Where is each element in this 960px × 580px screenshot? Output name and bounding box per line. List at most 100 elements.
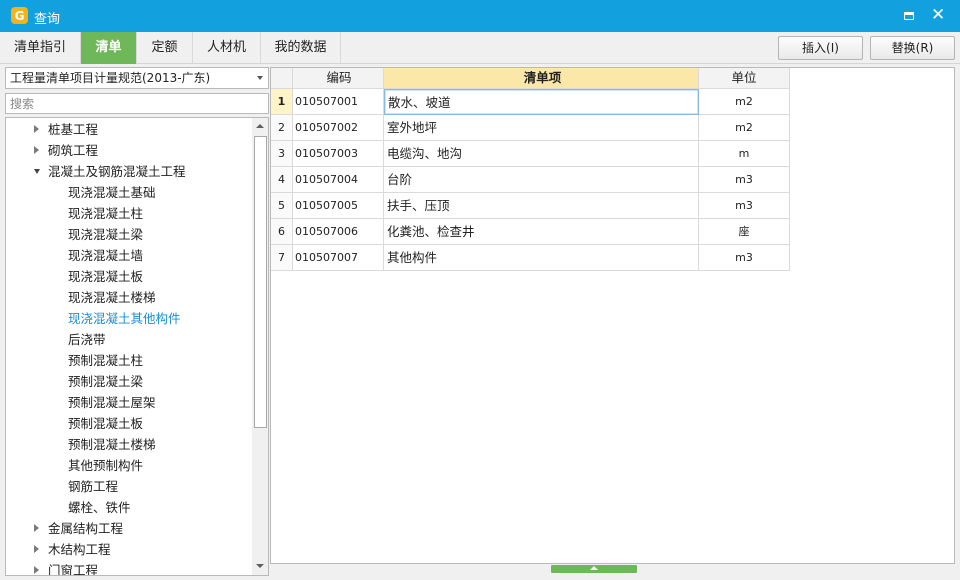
tree-item-label: 螺栓、铁件 — [68, 500, 131, 515]
tree-item[interactable]: 后浇带 — [68, 329, 106, 350]
tree-item[interactable]: 砌筑工程 — [34, 140, 99, 161]
name-cell[interactable]: 扶手、压顶 — [384, 193, 699, 219]
category-tree: 桩基工程 砌筑工程 混凝土及钢筋混凝土工程 现浇混凝土基础 现浇混凝土柱 现浇混凝土梁 现浇… — [5, 117, 269, 576]
name-cell[interactable]: 室外地坪 — [384, 115, 699, 141]
tree-item-label: 现浇混凝土基础 — [68, 185, 156, 200]
scroll-thumb[interactable] — [254, 136, 267, 428]
collapse-arrow-icon[interactable] — [34, 169, 40, 174]
column-header-name[interactable]: 清单项 — [384, 68, 699, 89]
tree-item[interactable]: 预制混凝土梁 — [68, 371, 143, 392]
tab-bill[interactable]: 清单 — [81, 32, 137, 64]
tree-item[interactable]: 金属结构工程 — [34, 518, 123, 539]
maximize-icon — [904, 12, 914, 20]
tree-item[interactable]: 现浇混凝土其他构件 — [68, 308, 181, 329]
expand-arrow-icon[interactable] — [34, 125, 39, 133]
code-cell[interactable]: 010507003 — [293, 141, 384, 167]
tab-labor-material-machine[interactable]: 人材机 — [193, 32, 261, 64]
close-button[interactable]: ✕ — [928, 5, 946, 25]
tree-item[interactable]: 预制混凝土柱 — [68, 350, 143, 371]
tree-item-label: 预制混凝土梁 — [68, 374, 144, 389]
tree-item-label: 现浇混凝土楼梯 — [68, 290, 156, 305]
tree-item-label: 混凝土及钢筋混凝土工程 — [48, 164, 186, 179]
expand-arrow-icon[interactable] — [34, 146, 39, 154]
tree-item-label: 桩基工程 — [48, 122, 99, 137]
row-number[interactable]: 6 — [271, 219, 293, 245]
expand-arrow-icon[interactable] — [34, 566, 39, 574]
tree-item-label: 钢筋工程 — [68, 479, 119, 494]
scroll-down-icon[interactable] — [252, 558, 268, 575]
tree-item[interactable]: 其他预制构件 — [68, 455, 143, 476]
corner-cell[interactable] — [271, 68, 293, 89]
row-number[interactable]: 3 — [271, 141, 293, 167]
row-number[interactable]: 7 — [271, 245, 293, 271]
specification-selected-value: 工程量清单项目计量规范(2013-广东) — [10, 71, 211, 85]
tree-item-label: 砌筑工程 — [48, 143, 99, 158]
tree-item-label: 木结构工程 — [48, 542, 111, 557]
tree-item[interactable]: 混凝土及钢筋混凝土工程 — [34, 161, 186, 182]
tree-item[interactable]: 现浇混凝土柱 — [68, 203, 143, 224]
tree-item[interactable]: 现浇混凝土基础 — [68, 182, 156, 203]
tree-item[interactable]: 门窗工程 — [34, 560, 99, 576]
insert-button[interactable]: 插入(I) — [778, 36, 863, 60]
tab-my-data[interactable]: 我的数据 — [261, 32, 341, 64]
title-bar: G 查询 ✕ — [0, 0, 960, 32]
unit-cell[interactable]: m3 — [699, 167, 790, 193]
tree-item-label: 门窗工程 — [48, 563, 99, 576]
tree-item[interactable]: 桩基工程 — [34, 119, 99, 140]
name-cell[interactable]: 电缆沟、地沟 — [384, 141, 699, 167]
tree-item[interactable]: 螺栓、铁件 — [68, 497, 131, 518]
name-cell[interactable]: 其他构件 — [384, 245, 699, 271]
tree-item-label: 现浇混凝土柱 — [68, 206, 144, 221]
code-cell[interactable]: 010507006 — [293, 219, 384, 245]
maximize-button[interactable] — [900, 7, 918, 25]
row-number[interactable]: 1 — [271, 89, 293, 115]
unit-cell[interactable]: 座 — [699, 219, 790, 245]
unit-cell[interactable]: m3 — [699, 193, 790, 219]
column-header-code[interactable]: 编码 — [293, 68, 384, 89]
tree-item-label: 现浇混凝土梁 — [68, 227, 144, 242]
row-number[interactable]: 5 — [271, 193, 293, 219]
tab-bill-guide[interactable]: 清单指引 — [0, 32, 81, 64]
row-number[interactable]: 4 — [271, 167, 293, 193]
tree-item-label: 预制混凝土板 — [68, 416, 144, 431]
tree-item-label: 预制混凝土柱 — [68, 353, 144, 368]
expand-arrow-icon[interactable] — [34, 524, 39, 532]
tree-item-label: 后浇带 — [68, 332, 106, 347]
tab-quota[interactable]: 定额 — [137, 32, 193, 64]
app-logo-icon: G — [11, 7, 28, 24]
tree-item-label: 现浇混凝土墙 — [68, 248, 144, 263]
expand-arrow-icon[interactable] — [34, 545, 39, 553]
column-header-unit[interactable]: 单位 — [699, 68, 790, 89]
name-cell[interactable]: 化粪池、检查井 — [384, 219, 699, 245]
tree-item[interactable]: 预制混凝土楼梯 — [68, 434, 156, 455]
search-input[interactable] — [5, 93, 269, 114]
panel-splitter-handle[interactable] — [551, 565, 637, 573]
unit-cell[interactable]: m3 — [699, 245, 790, 271]
unit-cell[interactable]: m2 — [699, 89, 790, 115]
code-cell[interactable]: 010507007 — [293, 245, 384, 271]
tree-item[interactable]: 现浇混凝土梁 — [68, 224, 143, 245]
code-cell[interactable]: 010507002 — [293, 115, 384, 141]
tree-item[interactable]: 现浇混凝土墙 — [68, 245, 143, 266]
tree-item[interactable]: 现浇混凝土板 — [68, 266, 143, 287]
tree-scrollbar[interactable] — [252, 118, 268, 575]
tree-item[interactable]: 钢筋工程 — [68, 476, 118, 497]
unit-cell[interactable]: m — [699, 141, 790, 167]
tree-item[interactable]: 预制混凝土屋架 — [68, 392, 156, 413]
specification-dropdown[interactable]: 工程量清单项目计量规范(2013-广东) — [5, 67, 269, 89]
name-cell[interactable]: 散水、坡道 — [384, 89, 699, 115]
tree-item-label: 预制混凝土屋架 — [68, 395, 156, 410]
scroll-up-icon[interactable] — [252, 118, 268, 135]
code-cell[interactable]: 010507004 — [293, 167, 384, 193]
code-cell[interactable]: 010507001 — [293, 89, 384, 115]
chevron-down-icon — [257, 76, 263, 80]
replace-button[interactable]: 替换(R) — [870, 36, 955, 60]
window-title: 查询 — [34, 12, 61, 27]
name-cell[interactable]: 台阶 — [384, 167, 699, 193]
tree-item[interactable]: 现浇混凝土楼梯 — [68, 287, 156, 308]
unit-cell[interactable]: m2 — [699, 115, 790, 141]
tree-item[interactable]: 预制混凝土板 — [68, 413, 143, 434]
tree-item[interactable]: 木结构工程 — [34, 539, 111, 560]
code-cell[interactable]: 010507005 — [293, 193, 384, 219]
row-number[interactable]: 2 — [271, 115, 293, 141]
